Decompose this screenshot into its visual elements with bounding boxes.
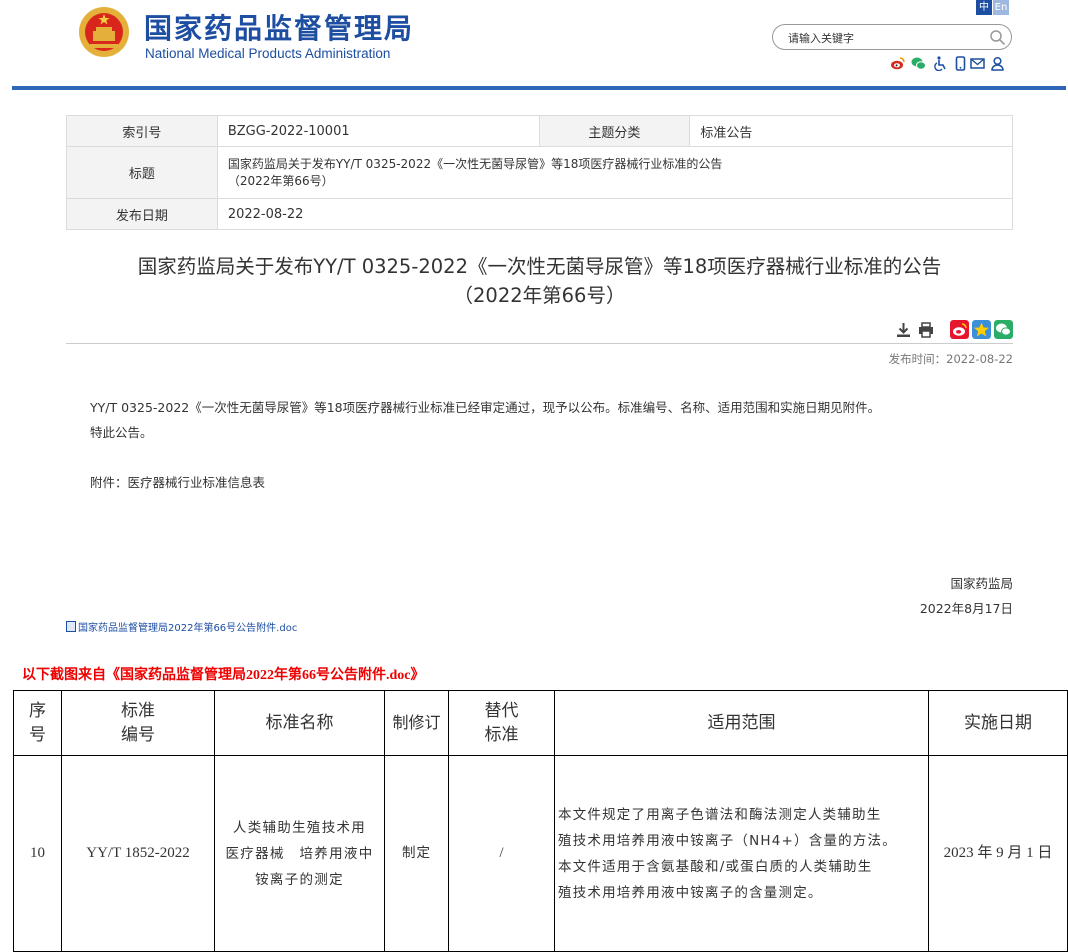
national-emblem-logo	[79, 7, 129, 57]
publish-time: 发布时间：2022-08-22	[888, 352, 1013, 366]
weibo-icon[interactable]	[890, 56, 905, 71]
standards-table: 序号 标准 编号 标准名称 制修订 替代 标准 适用范围 实施日期 10 YY/T …	[13, 690, 1068, 952]
accessibility-icon[interactable]	[933, 56, 948, 71]
signature: 国家药监局	[950, 576, 1013, 591]
user-icon[interactable]	[990, 56, 1005, 71]
attachment-note: 附件：医疗器械行业标准信息表	[90, 475, 266, 490]
header-seq: 序号	[13, 690, 62, 756]
sign-date: 2022年8月17日	[919, 601, 1013, 616]
table-row: 10 YY/T 1852-2022 人类辅助生殖技术用 医疗器械 培养用液中 铵…	[13, 755, 1068, 952]
search-placeholder: 请输入关键字	[788, 32, 854, 45]
title-value-line2: （2022年第66号）	[227, 173, 334, 188]
index-value: BZGG-2022-10001	[216, 115, 540, 147]
row-revision: 制定	[384, 755, 449, 952]
row-seq: 10	[13, 755, 62, 952]
header-revision: 制修订	[384, 690, 449, 756]
wechat-icon[interactable]	[911, 56, 926, 71]
row-name: 人类辅助生殖技术用 医疗器械 培养用液中 铵离子的测定	[214, 755, 385, 952]
standards-table-header: 序号 标准 编号 标准名称 制修订 替代 标准 适用范围 实施日期	[13, 690, 1068, 756]
article-paragraph-2: 特此公告。	[90, 425, 153, 440]
download-icon[interactable]	[896, 322, 911, 338]
print-icon[interactable]	[918, 322, 934, 338]
mobile-icon[interactable]	[953, 56, 968, 71]
title-label: 标题	[66, 146, 218, 199]
site-name-cn[interactable]: 国家药品监督管理局	[144, 7, 414, 47]
date-label: 发布日期	[66, 198, 218, 230]
share-weibo-icon[interactable]	[950, 320, 969, 339]
category-label: 主题分类	[538, 115, 691, 147]
article-title: 国家药监局关于发布YY/T 0325-2022《一次性无菌导尿管》等18项医疗器…	[66, 252, 1013, 310]
attachment-doc-link[interactable]: 国家药品监督管理局2022年第66号公告附件.doc	[66, 619, 297, 634]
row-std-no: YY/T 1852-2022	[61, 755, 215, 952]
header-divider	[12, 86, 1066, 90]
attachment-doc-link-text[interactable]: 国家药品监督管理局2022年第66号公告附件.doc	[78, 623, 297, 634]
header-std-no: 标准 编号	[61, 690, 215, 756]
article-paragraph-1: YY/T 0325-2022《一次性无菌导尿管》等18项医疗器械行业标准已经审定…	[90, 400, 881, 415]
row-scope: 本文件规定了用离子色谱法和酶法测定人类辅助生 殖技术用培养用液中铵离子（NH4+…	[554, 755, 929, 952]
lang-en-button[interactable]: En	[993, 0, 1009, 15]
date-value: 2022-08-22	[216, 198, 1014, 230]
share-qzone-icon[interactable]	[972, 320, 991, 339]
row-replace: /	[448, 755, 555, 952]
article-title-line2: （2022年第66号）	[453, 284, 626, 307]
word-doc-icon	[66, 621, 76, 632]
article-divider	[66, 343, 1013, 344]
title-value: 国家药监局关于发布YY/T 0325-2022《一次性无菌导尿管》等18项医疗器…	[216, 146, 1014, 199]
screenshot-source-note: 以下截图来自《国家药品监督管理局2022年第66号公告附件.doc》	[22, 668, 425, 683]
search-icon[interactable]	[989, 29, 1006, 46]
info-table: 索引号 BZGG-2022-10001 主题分类 标准公告 标题 国家药监局关于…	[66, 115, 1014, 230]
mail-icon[interactable]	[970, 56, 985, 71]
header-name: 标准名称	[214, 690, 385, 756]
header-scope: 适用范围	[554, 690, 929, 756]
header-replace: 替代 标准	[448, 690, 555, 756]
lang-zh-button[interactable]: 中	[976, 0, 992, 15]
article-title-line1: 国家药监局关于发布YY/T 0325-2022《一次性无菌导尿管》等18项医疗器…	[137, 255, 942, 278]
row-date: 2023 年 9 月 1 日	[928, 755, 1068, 952]
index-label: 索引号	[66, 115, 218, 147]
title-value-line1: 国家药监局关于发布YY/T 0325-2022《一次性无菌导尿管》等18项医疗器…	[227, 156, 723, 171]
header-date: 实施日期	[928, 690, 1068, 756]
site-name-en[interactable]: National Medical Products Administration	[145, 46, 390, 61]
share-wechat-icon[interactable]	[994, 320, 1013, 339]
category-value: 标准公告	[689, 115, 1013, 147]
